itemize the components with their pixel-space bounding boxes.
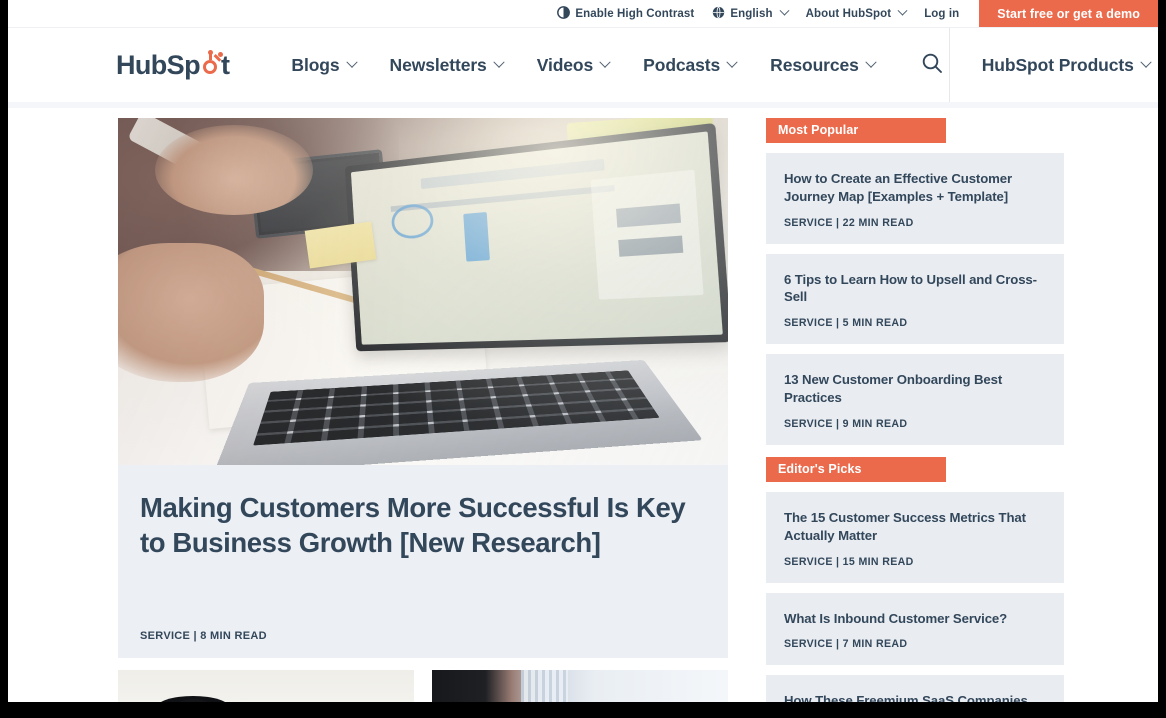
nav-item-podcasts[interactable]: Podcasts — [643, 54, 738, 76]
nav-item-resources-label: Resources — [770, 54, 859, 75]
language-label: English — [730, 7, 773, 20]
featured-article-card[interactable]: Making Customers More Successful Is Key … — [118, 118, 728, 658]
nav-item-newsletters-label: Newsletters — [389, 54, 487, 75]
chevron-down-icon — [779, 5, 790, 16]
featured-article-meta: SERVICE | 8 MIN READ — [140, 630, 267, 642]
sidebar-item-editors-picks-2[interactable]: What Is Inbound Customer Service? SERVIC… — [766, 592, 1064, 666]
nav-item-videos[interactable]: Videos — [536, 54, 611, 76]
main-column: Making Customers More Successful Is Key … — [118, 108, 738, 710]
sidebar-item-title: How to Create an Effective Customer Jour… — [784, 171, 1013, 204]
globe-icon — [712, 6, 725, 22]
main-navigation: HubSp t Blogs Newsletters Videos Podcasts — [8, 27, 1158, 102]
chevron-down-icon — [897, 5, 908, 16]
login-link[interactable]: Log in — [924, 8, 959, 20]
sidebar-item-meta: SERVICE | 22 MIN READ — [784, 216, 914, 229]
chevron-down-icon — [493, 56, 505, 68]
viewport-bottom-edge — [8, 702, 1158, 710]
featured-article-body: Making Customers More Successful Is Key … — [118, 465, 728, 658]
contrast-icon — [557, 5, 571, 22]
about-hubspot-label: About HubSpot — [805, 7, 892, 20]
sidebar-item-title: What Is Inbound Customer Service? — [784, 610, 1008, 626]
start-free-demo-button[interactable]: Start free or get a demo — [979, 0, 1158, 27]
sidebar-heading-most-popular: Most Popular — [766, 118, 946, 143]
featured-article-image — [118, 118, 728, 465]
nav-item-hubspot-products-label: HubSpot Products — [981, 54, 1134, 75]
sprocket-icon — [201, 49, 223, 75]
sidebar-item-most-popular-1[interactable]: How to Create an Effective Customer Jour… — [766, 153, 1064, 244]
chevron-down-icon — [1140, 56, 1152, 68]
sidebar-item-meta: SERVICE | 15 MIN READ — [784, 555, 914, 568]
utility-bar: Enable High Contrast English About HubSp… — [8, 0, 1158, 27]
chevron-down-icon — [599, 56, 611, 68]
sidebar-item-meta: SERVICE | 5 MIN READ — [784, 317, 908, 330]
chevron-down-icon — [345, 56, 358, 68]
sidebar-item-most-popular-2[interactable]: 6 Tips to Learn How to Upsell and Cross-… — [766, 253, 1064, 345]
nav-secondary-group: HubSpot Products — [950, 28, 1158, 102]
sidebar-item-editors-picks-1[interactable]: The 15 Customer Success Metrics That Act… — [766, 491, 1064, 583]
sidebar-item-meta: SERVICE | 9 MIN READ — [784, 417, 908, 430]
search-icon — [920, 51, 944, 80]
hubspot-logo[interactable]: HubSp t — [116, 49, 230, 81]
high-contrast-label: Enable High Contrast — [575, 7, 695, 20]
logo-text-left: HubSp — [116, 49, 201, 80]
about-hubspot-menu[interactable]: About HubSpot — [805, 5, 908, 20]
sidebar-item-most-popular-3[interactable]: 13 New Customer Onboarding Best Practice… — [766, 354, 1064, 445]
sidebar-item-meta: SERVICE | 7 MIN READ — [784, 638, 908, 651]
language-selector[interactable]: English — [712, 5, 790, 22]
nav-item-hubspot-products[interactable]: HubSpot Products — [981, 54, 1152, 76]
nav-item-resources[interactable]: Resources — [770, 54, 877, 76]
search-button[interactable] — [915, 48, 949, 82]
sidebar-item-title: 13 New Customer Onboarding Best Practice… — [784, 372, 1003, 406]
sidebar-heading-editors-picks: Editor's Picks — [766, 456, 946, 482]
nav-item-blogs-label: Blogs — [291, 54, 340, 75]
sidebar: Most Popular How to Create an Effective … — [766, 108, 1068, 710]
nav-item-podcasts-label: Podcasts — [643, 54, 721, 75]
nav-item-videos-label: Videos — [536, 54, 594, 75]
sidebar-item-title: The 15 Customer Success Metrics That Act… — [784, 509, 1026, 543]
login-label: Log in — [924, 7, 960, 20]
nav-item-newsletters[interactable]: Newsletters — [389, 54, 505, 76]
featured-article-title[interactable]: Making Customers More Successful Is Key … — [140, 491, 706, 561]
high-contrast-toggle[interactable]: Enable High Contrast — [557, 5, 695, 22]
chevron-down-icon — [865, 56, 877, 68]
chevron-down-icon — [726, 56, 738, 68]
nav-item-blogs[interactable]: Blogs — [291, 54, 358, 76]
page-content: Making Customers More Successful Is Key … — [8, 108, 1158, 710]
nav-links: Blogs Newsletters Videos Podcasts Resour… — [291, 48, 948, 82]
sidebar-item-title: 6 Tips to Learn How to Upsell and Cross-… — [784, 271, 1037, 305]
browser-viewport: Enable High Contrast English About HubSp… — [8, 0, 1158, 710]
nav-primary-group: HubSp t Blogs Newsletters Videos Podcasts — [8, 28, 950, 102]
